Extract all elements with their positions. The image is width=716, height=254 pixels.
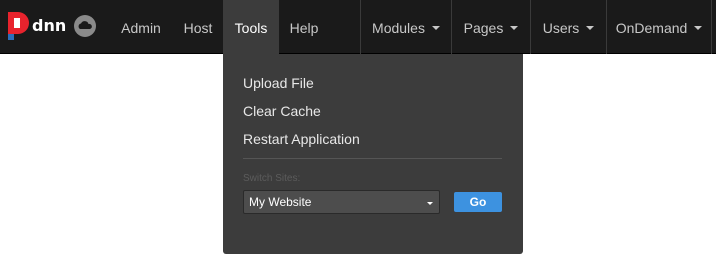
logo-text: dnn	[32, 16, 67, 35]
menu-item-restart-application[interactable]: Restart Application	[243, 129, 360, 149]
nav-ondemand[interactable]: OnDemand	[607, 0, 711, 54]
switch-sites-label: Switch Sites:	[243, 173, 301, 184]
caret-down-icon	[431, 26, 440, 31]
caret-down-icon	[694, 26, 703, 31]
nav-pages-label: Pages	[463, 20, 504, 36]
tools-dropdown-menu: Upload File Clear Cache Restart Applicat…	[223, 54, 523, 254]
nav-host[interactable]: Host	[175, 0, 221, 54]
nav-admin[interactable]: Admin	[113, 0, 169, 54]
menu-divider	[243, 158, 502, 159]
caret-down-icon	[510, 26, 519, 31]
nav-host-label: Host	[183, 20, 213, 36]
nav-users-label: Users	[542, 20, 580, 36]
menu-item-upload-file[interactable]: Upload File	[243, 73, 314, 93]
go-button[interactable]: Go	[454, 192, 502, 212]
chevron-down-icon	[427, 202, 433, 205]
nav-tools[interactable]: Tools	[223, 0, 279, 54]
nav-divider	[711, 0, 712, 54]
nav-help[interactable]: Help	[281, 0, 327, 54]
site-select-value: My Website	[249, 195, 312, 209]
control-bar: dnn Admin Host Tools Help Modules Pages …	[0, 0, 716, 54]
nav-pages[interactable]: Pages	[452, 0, 530, 54]
nav-tools-label: Tools	[234, 20, 268, 36]
dnn-logo[interactable]: dnn	[6, 12, 98, 44]
nav-users[interactable]: Users	[531, 0, 606, 54]
nav-ondemand-label: OnDemand	[615, 20, 688, 36]
cloud-icon	[74, 15, 96, 37]
nav-modules[interactable]: Modules	[361, 0, 451, 54]
menu-item-clear-cache[interactable]: Clear Cache	[243, 101, 321, 121]
dnn-logo-icon	[8, 12, 29, 40]
nav-admin-label: Admin	[121, 20, 161, 36]
caret-down-icon	[586, 26, 595, 31]
nav-help-label: Help	[289, 20, 319, 36]
site-select[interactable]: My Website	[243, 190, 440, 214]
nav-modules-label: Modules	[372, 20, 425, 36]
